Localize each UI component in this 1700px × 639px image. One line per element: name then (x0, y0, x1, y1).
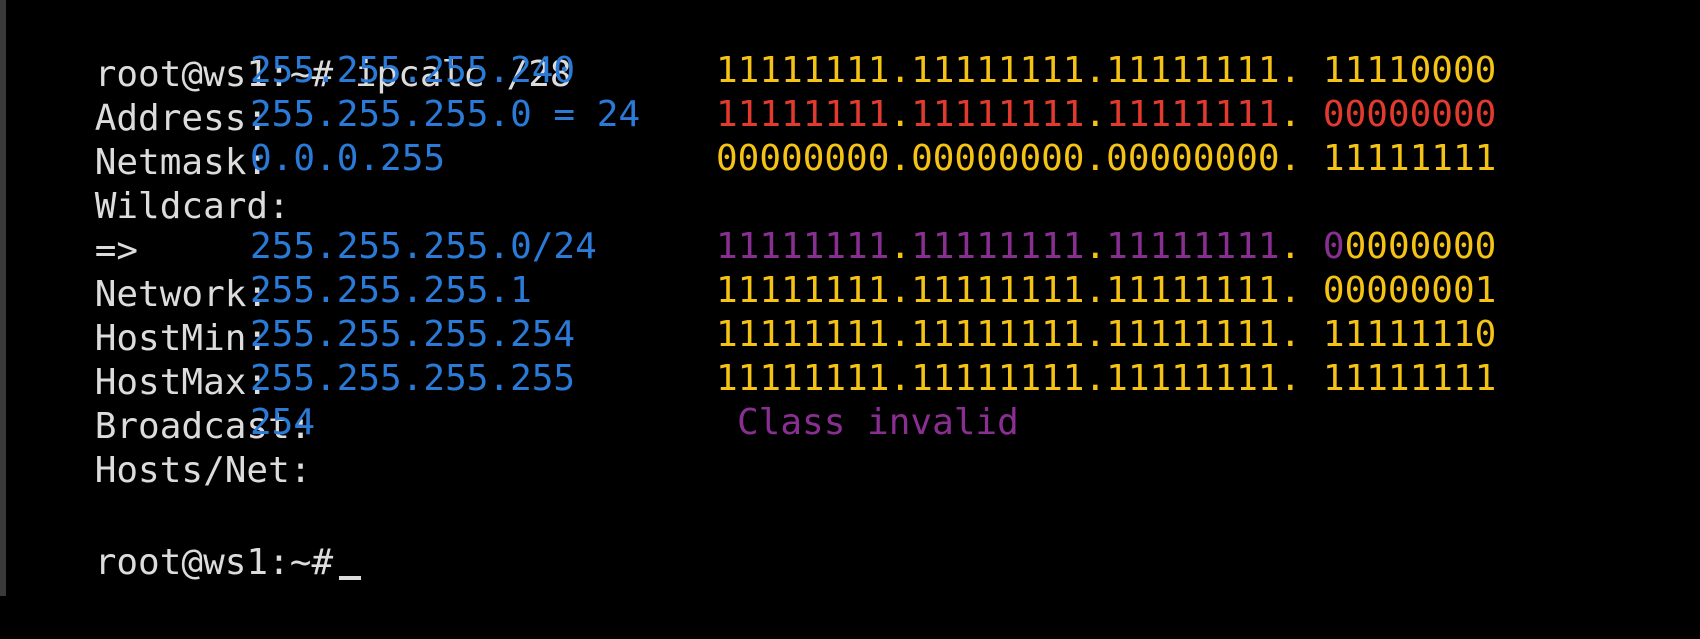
hostmin-binary-octet-3: 11111111 (1106, 270, 1280, 311)
hostmax-binary-octet-3: 11111111 (1106, 314, 1280, 355)
wildcard-binary: 00000000.00000000.00000000. 11111111 (716, 135, 1496, 183)
network-binary-octet-4: 0000000 (1344, 226, 1497, 267)
network-row: Network: 255.255.255.0/24 11111111.11111… (8, 223, 1497, 315)
hostmax-binary: 11111111.11111111.11111111. 11111110 (716, 311, 1496, 359)
broadcast-value: 255.255.255.255 (250, 358, 576, 399)
binary-dot: . (889, 138, 912, 179)
binary-dot: . (1084, 358, 1107, 399)
netmask-binary-octet-2: 11111111 (911, 94, 1085, 135)
command-line: root@ws1:~# ipcalc /28 (8, 3, 572, 95)
address-value: 255.255.255.240 (250, 50, 576, 91)
hostmin-row: HostMin: 255.255.255.1 11111111.11111111… (8, 267, 1497, 359)
binary-dot: . (889, 94, 912, 135)
hostmin-binary: 11111111.11111111.11111111. 00000001 (716, 267, 1496, 315)
window-left-border (0, 0, 6, 596)
binary-dot: . (889, 358, 912, 399)
hostmax-row: HostMax: 255.255.255.254 11111111.111111… (8, 311, 1497, 403)
broadcast-binary: 11111111.11111111.11111111. 11111111 (716, 355, 1496, 403)
binary-dot: . (1279, 138, 1323, 179)
wildcard-binary-octet-2: 00000000 (911, 138, 1085, 179)
binary-dot: . (1279, 314, 1323, 355)
binary-dot: . (889, 226, 912, 267)
netmask-binary: 11111111.11111111.11111111. 00000000 (716, 91, 1496, 139)
class-info: Class invalid (737, 402, 1019, 443)
shell-prompt-final: root@ws1:~# (94, 542, 334, 583)
hosts-net-label: Hosts/Net: (94, 450, 312, 491)
arrow-row: => (8, 179, 138, 271)
hostmax-value: 255.255.255.254 (250, 314, 576, 355)
prompt-line[interactable]: root@ws1:~# (8, 491, 362, 583)
address-row: Address: 255.255.255.240 11111111.111111… (8, 47, 1497, 139)
network-value: 255.255.255.0/24 (250, 226, 597, 267)
network-binary-octet-1: 11111111 (716, 226, 890, 267)
wildcard-value: 0.0.0.255 (250, 138, 446, 179)
binary-dot: . (1279, 270, 1323, 311)
broadcast-row: Broadcast: 255.255.255.255 11111111.1111… (8, 355, 1497, 447)
hosts-net-row: Hosts/Net: 254 Class invalid (8, 399, 1019, 491)
terminal-window[interactable]: root@ws1:~# ipcalc /28 Address: 255.255.… (0, 0, 1700, 596)
binary-dot: . (1084, 270, 1107, 311)
address-binary-octet-2: 11111111 (911, 50, 1085, 91)
hostmax-binary-octet-1: 11111111 (716, 314, 890, 355)
binary-dot: . (889, 50, 912, 91)
address-binary-octet-1: 11111111 (716, 50, 890, 91)
network-binary: 11111111.11111111.11111111. 00000000 (716, 223, 1496, 271)
address-binary-octet-3: 11111111 (1106, 50, 1280, 91)
network-binary-host-bit: 0 (1322, 226, 1345, 267)
broadcast-binary-octet-3: 11111111 (1106, 358, 1280, 399)
netmask-row: Netmask: 255.255.255.0 = 24 11111111.111… (8, 91, 1497, 183)
netmask-binary-octet-3: 11111111 (1106, 94, 1280, 135)
binary-dot: . (1279, 226, 1323, 267)
netmask-binary-octet-4: 00000000 (1322, 94, 1497, 135)
broadcast-binary-octet-2: 11111111 (911, 358, 1085, 399)
binary-dot: . (1084, 50, 1107, 91)
binary-dot: . (889, 314, 912, 355)
binary-dot: . (889, 270, 912, 311)
hostmax-binary-octet-2: 11111111 (911, 314, 1085, 355)
network-binary-octet-2: 11111111 (911, 226, 1085, 267)
binary-dot: . (1279, 94, 1323, 135)
binary-dot: . (1084, 94, 1107, 135)
wildcard-binary-octet-4: 11111111 (1322, 138, 1497, 179)
broadcast-binary-octet-1: 11111111 (716, 358, 890, 399)
hostmin-binary-octet-2: 11111111 (911, 270, 1085, 311)
wildcard-binary-octet-3: 00000000 (1106, 138, 1280, 179)
hostmin-value: 255.255.255.1 (250, 270, 532, 311)
netmask-binary-octet-1: 11111111 (716, 94, 890, 135)
binary-dot: . (1084, 226, 1107, 267)
hosts-net-value: 254 (250, 402, 316, 443)
text-cursor (339, 576, 362, 580)
binary-dot: . (1279, 358, 1323, 399)
hostmin-binary-octet-4: 00000001 (1322, 270, 1497, 311)
address-binary-octet-4: 11110000 (1322, 50, 1497, 91)
binary-dot: . (1084, 138, 1107, 179)
address-binary: 11111111.11111111.11111111. 11110000 (716, 47, 1496, 95)
network-binary-octet-3: 11111111 (1106, 226, 1280, 267)
netmask-value: 255.255.255.0 = 24 (250, 94, 641, 135)
broadcast-binary-octet-4: 11111111 (1322, 358, 1497, 399)
hostmax-binary-octet-4: 11111110 (1322, 314, 1497, 355)
wildcard-binary-octet-1: 00000000 (716, 138, 890, 179)
hostmin-binary-octet-1: 11111111 (716, 270, 890, 311)
wildcard-row: Wildcard: 0.0.0.255 00000000.00000000.00… (8, 135, 1497, 227)
binary-dot: . (1084, 314, 1107, 355)
binary-dot: . (1279, 50, 1323, 91)
